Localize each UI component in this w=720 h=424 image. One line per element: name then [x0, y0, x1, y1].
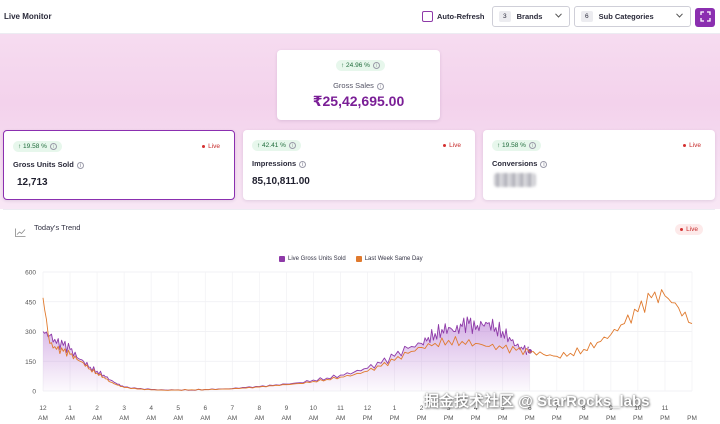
x-tick-label: PM: [525, 415, 535, 422]
x-tick-label: AM: [65, 415, 75, 422]
watermark-text: 掘金技术社区 @ StarRocks_labs: [424, 393, 650, 410]
x-tick-label: 12: [39, 405, 47, 412]
x-tick-label: 11: [337, 405, 344, 412]
trend-chart: 0 150 300 450 600 12 AM 1 AM 2 AM 3 AM 4 AM 5 AM 6 AM 7 AM 8 A…: [25, 270, 697, 423]
x-tick-label: PM: [687, 415, 697, 422]
x-tick-label: PM: [363, 415, 373, 422]
x-tick-label: AM: [282, 415, 292, 422]
y-tick-label: 300: [25, 329, 36, 336]
y-tick-label: 150: [25, 359, 36, 366]
x-tick-label: 1: [68, 405, 72, 412]
x-tick-label: 2: [95, 405, 99, 412]
x-tick-label: AM: [119, 415, 129, 422]
x-tick-label: PM: [471, 415, 481, 422]
x-tick-label: PM: [660, 415, 670, 422]
x-tick-label: PM: [552, 415, 562, 422]
x-tick-label: AM: [309, 415, 319, 422]
x-tick-label: AM: [254, 415, 264, 422]
y-tick-label: 0: [32, 389, 36, 396]
x-tick-label: PM: [579, 415, 589, 422]
x-tick-label: 4: [149, 405, 153, 412]
x-tick-label: PM: [417, 415, 427, 422]
x-tick-label: PM: [498, 415, 508, 422]
y-tick-label: 450: [25, 299, 36, 306]
x-tick-label: 10: [310, 405, 318, 412]
y-tick-label: 600: [25, 270, 36, 277]
x-tick-label: 9: [285, 405, 289, 412]
x-tick-label: PM: [633, 415, 643, 422]
x-tick-label: AM: [336, 415, 346, 422]
x-tick-label: 6: [203, 405, 207, 412]
x-tick-label: AM: [38, 415, 48, 422]
x-tick-label: 5: [176, 405, 180, 412]
x-tick-label: PM: [444, 415, 454, 422]
x-tick-label: PM: [390, 415, 400, 422]
x-tick-label: 3: [122, 405, 126, 412]
x-tick-label: AM: [92, 415, 102, 422]
x-tick-label: PM: [606, 415, 616, 422]
series-point-live-current: [526, 348, 534, 355]
x-tick-label: AM: [200, 415, 210, 422]
x-tick-label: 12: [364, 405, 372, 412]
x-tick-label: AM: [146, 415, 156, 422]
x-tick-label: AM: [173, 415, 183, 422]
x-tick-label: 1: [393, 405, 397, 412]
x-tick-label: 11: [662, 405, 669, 412]
x-tick-label: 8: [258, 405, 262, 412]
x-tick-label: AM: [227, 415, 237, 422]
x-tick-label: 7: [230, 405, 234, 412]
